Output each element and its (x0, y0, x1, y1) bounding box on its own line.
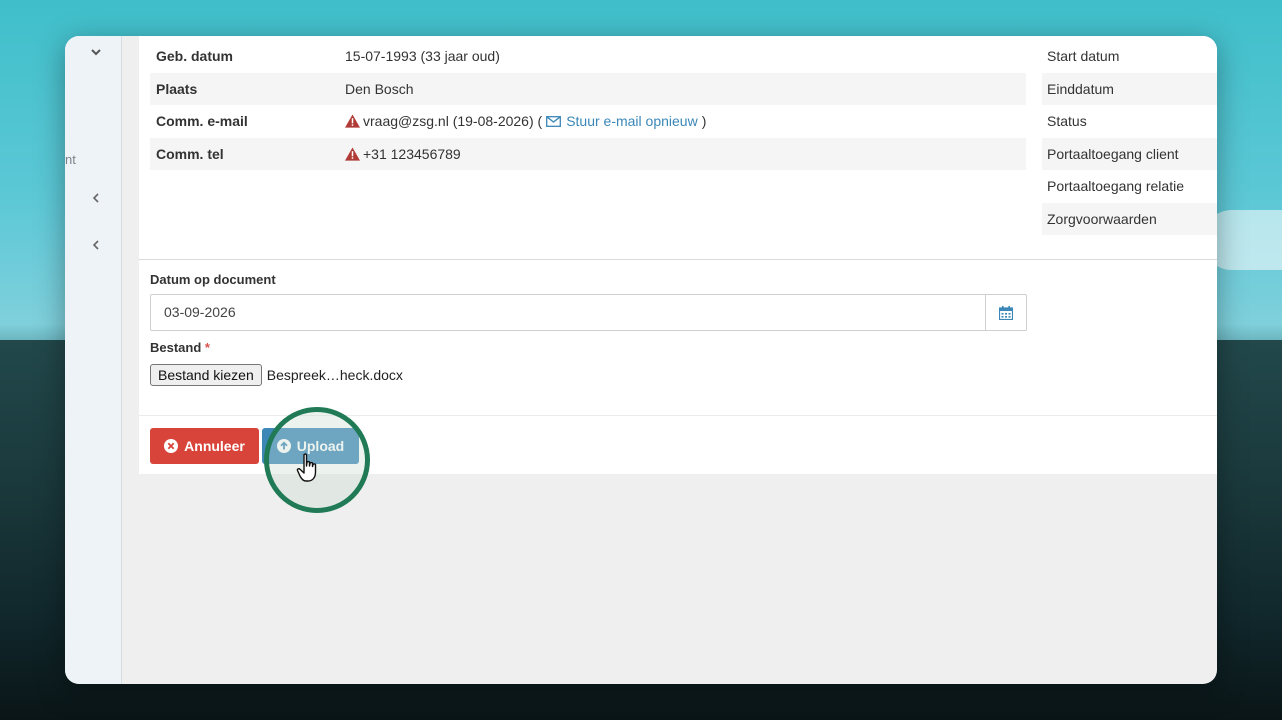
file-label: Bestand (150, 340, 202, 355)
info-value-email: vraag@zsg.nl (19-08-2026) ( Stuur e-mail… (345, 113, 1026, 129)
info-row-phone: Comm. tel +31 123456789 (150, 137, 1026, 170)
email-suffix: ) (701, 113, 707, 130)
calendar-icon (999, 305, 1013, 320)
care-label: Portaaltoegang relatie (1047, 178, 1184, 195)
file-label-wrap: Bestand * (150, 340, 210, 355)
warning-icon (345, 114, 360, 128)
info-label: Plaats (156, 80, 198, 97)
care-label: Zorgvoorwaarden (1042, 202, 1217, 235)
section-divider (139, 259, 1217, 260)
file-input: Bestand kiezen Bespreek…heck.docx (150, 364, 403, 386)
cancel-label[interactable]: Annuleer (184, 438, 245, 454)
cancel-button[interactable]: Annuleer (150, 428, 259, 464)
choose-file-button[interactable]: Bestand kiezen (150, 364, 262, 386)
envelope-icon (546, 115, 562, 127)
chevron-left-icon[interactable] (88, 192, 104, 208)
care-label: Einddatum (1042, 72, 1217, 105)
date-label: Datum op document (150, 272, 276, 287)
info-label: Comm. e-mail (156, 113, 248, 130)
selected-file-name: Bespreek…heck.docx (266, 367, 403, 383)
chevron-down-icon[interactable] (88, 46, 104, 62)
required-mark: * (204, 340, 210, 355)
info-value-phone: +31 123456789 (345, 146, 1026, 162)
warning-icon (345, 147, 360, 161)
phone-text: +31 123456789 (363, 145, 461, 162)
info-value: Den Bosch (345, 80, 414, 97)
calendar-button[interactable] (985, 295, 1026, 330)
info-row-birthdate: Geb. datum 15-07-1993 (33 jaar oud) (150, 40, 1026, 73)
hand-cursor-icon (296, 453, 317, 482)
client-info-table: Geb. datum 15-07-1993 (33 jaar oud) Plaa… (150, 40, 1026, 170)
sidebar: nt (65, 36, 122, 684)
resend-email-link[interactable]: Stuur e-mail opnieuw (542, 113, 698, 129)
care-info-column: Start datum Einddatum Status Portaaltoeg… (1042, 40, 1217, 235)
date-input-group: 03-09-2026 (150, 294, 1027, 331)
email-text: vraag@zsg.nl (19-08-2026) ( (363, 113, 543, 130)
care-label: Portaaltoegang client (1042, 137, 1217, 170)
care-label: Start datum (1047, 48, 1120, 65)
close-circle-icon (164, 439, 179, 453)
info-label: Geb. datum (156, 48, 234, 65)
info-label: Comm. tel (156, 145, 224, 162)
info-row-city: Plaats Den Bosch (150, 72, 1026, 105)
app-window: nt Geb. datum 15-07-1993 (33 jaar oud) P… (65, 36, 1217, 684)
info-row-email: Comm. e-mail vraag@zsg.nl (19-08-2026) (… (150, 105, 1026, 138)
date-input[interactable]: 03-09-2026 (151, 295, 985, 330)
care-label: Status (1047, 113, 1087, 130)
info-value: 15-07-1993 (33 jaar oud) (345, 48, 500, 65)
sidebar-truncated-text: nt (65, 152, 76, 167)
resend-email-label[interactable]: Stuur e-mail opnieuw (566, 113, 698, 129)
upload-form: Datum op document 03-09-2026 Bestand * B… (150, 272, 1027, 386)
chevron-left-icon[interactable] (88, 239, 104, 255)
